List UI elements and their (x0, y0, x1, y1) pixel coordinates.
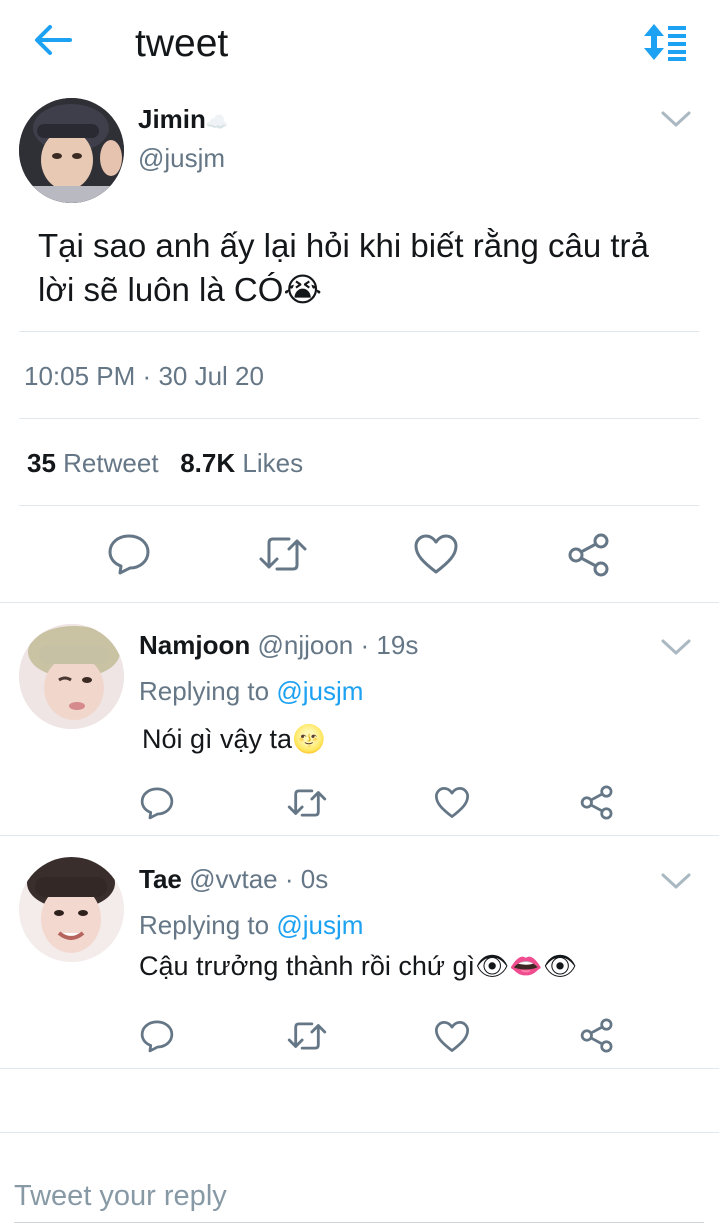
avatar[interactable] (19, 624, 124, 729)
retweet-icon (287, 789, 327, 817)
chevron-down-icon (661, 639, 691, 655)
tweet-timestamp: 10:05 PM · 30 Jul 20 (24, 361, 264, 391)
share-button[interactable] (579, 1018, 615, 1053)
author-name[interactable]: Tae (139, 864, 182, 894)
reply-button[interactable] (106, 532, 152, 576)
likes-stat[interactable]: 8.7K Likes (180, 448, 303, 478)
heart-icon (434, 787, 470, 818)
tweet-text: Tại sao anh ấy lại hỏi khi biết rằng câu… (38, 227, 649, 308)
retweet-icon (259, 537, 307, 571)
reply-age: 0s (300, 864, 329, 894)
share-button[interactable] (566, 533, 612, 577)
reply-age: 19s (376, 630, 419, 660)
replying-to: Replying to @jusjm (139, 676, 364, 706)
retweet-button[interactable] (286, 786, 328, 820)
like-button[interactable] (434, 786, 470, 819)
chevron-down-icon (661, 111, 691, 127)
reply-text: Nói gì vậy ta🌝 (142, 724, 326, 754)
author-handle[interactable]: @njjoon (257, 630, 353, 660)
input-underline (14, 1222, 704, 1223)
divider (0, 1068, 719, 1069)
tweet-menu-button[interactable] (660, 870, 692, 897)
share-icon (568, 533, 609, 577)
back-button[interactable] (30, 20, 80, 64)
retweets-stat[interactable]: 35 Retweet (27, 448, 159, 478)
avatar[interactable] (19, 857, 124, 962)
avatar-image (19, 624, 124, 729)
back-arrow-icon (35, 25, 72, 55)
heart-icon (414, 534, 458, 574)
reply-button[interactable] (139, 785, 175, 821)
divider (19, 505, 699, 506)
share-icon (580, 1018, 613, 1053)
reply-icon (108, 534, 150, 575)
tweet-menu-button[interactable] (660, 108, 692, 134)
avatar[interactable] (19, 98, 124, 203)
author-name: Jimin☁️ (138, 104, 229, 134)
divider (0, 835, 719, 836)
reply-icon (140, 787, 174, 820)
replying-handle-link[interactable]: @jusjm (276, 676, 363, 706)
compose-divider (0, 1132, 719, 1133)
divider (19, 331, 699, 332)
reply-text: Cậu trưởng thành rồi chứ gì👁👄👁 (139, 951, 578, 981)
sort-icon (644, 24, 686, 61)
page-title: tweet (135, 22, 229, 65)
tweet-menu-button[interactable] (660, 636, 692, 663)
reply-header: Tae @vvtae · 0s (139, 864, 329, 894)
author-name[interactable]: Namjoon (139, 630, 250, 660)
like-button[interactable] (413, 533, 459, 575)
reply-header: Namjoon @njjoon · 19s (139, 630, 419, 660)
chevron-down-icon (661, 873, 691, 889)
replying-handle-link[interactable]: @jusjm (276, 910, 363, 940)
sort-button[interactable] (640, 22, 692, 62)
cloud-emoji: ☁️ (205, 112, 229, 132)
tweet-stats: 35 Retweet 8.7K Likes (27, 448, 303, 479)
retweet-button[interactable] (257, 533, 309, 575)
divider (19, 418, 699, 419)
avatar-image (19, 857, 124, 962)
reply-input[interactable] (14, 1175, 704, 1217)
author-handle[interactable]: @jusjm (138, 143, 225, 174)
replying-to: Replying to @jusjm (139, 910, 364, 940)
share-icon (580, 785, 613, 820)
retweet-button[interactable] (286, 1019, 328, 1053)
avatar-image (19, 98, 124, 203)
like-button[interactable] (434, 1020, 470, 1053)
retweet-icon (287, 1022, 327, 1050)
heart-icon (434, 1021, 470, 1052)
share-button[interactable] (579, 785, 615, 820)
reply-icon (140, 1020, 174, 1053)
author-handle[interactable]: @vvtae (189, 864, 278, 894)
reply-button[interactable] (139, 1018, 175, 1054)
divider (0, 602, 719, 603)
